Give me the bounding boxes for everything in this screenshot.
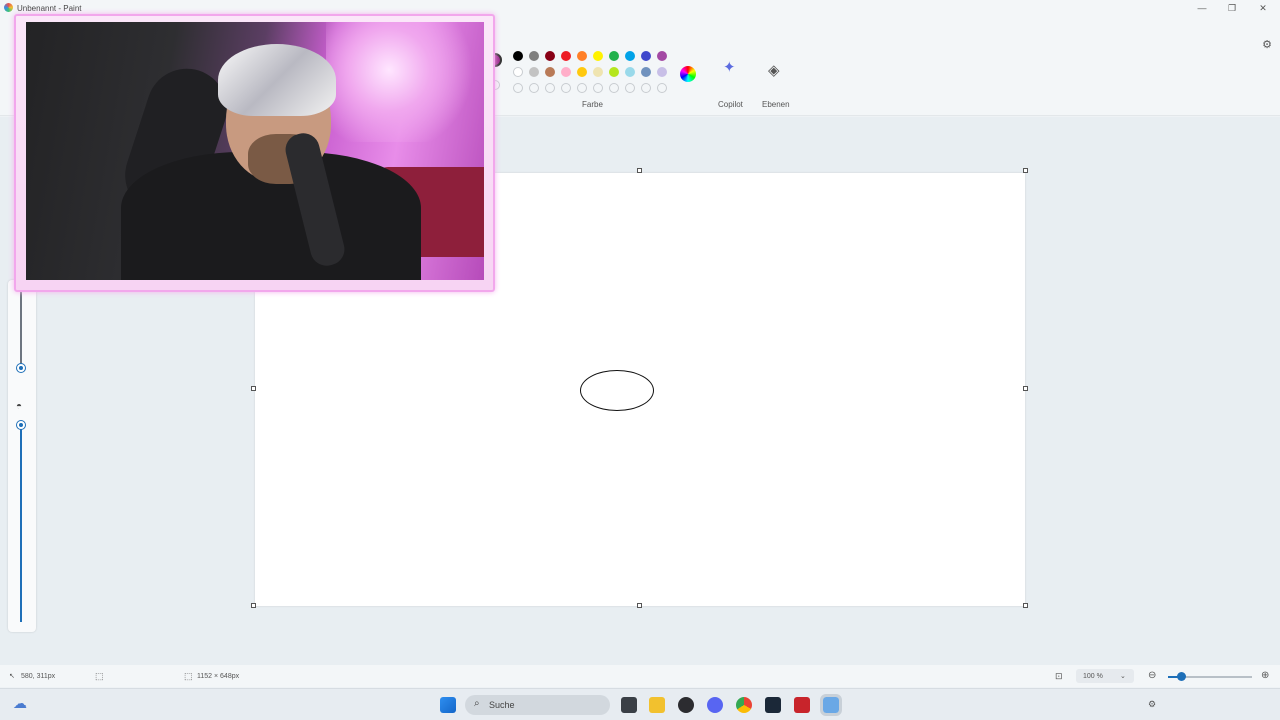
app-icon-dark[interactable]: [678, 697, 694, 713]
color-swatch[interactable]: [545, 67, 555, 77]
color-swatch[interactable]: [561, 83, 571, 93]
color-swatch[interactable]: [561, 51, 571, 61]
resize-handle-bottom-left[interactable]: [251, 603, 256, 608]
resize-handle-top[interactable]: [637, 168, 642, 173]
color-swatch[interactable]: [513, 51, 523, 61]
fit-to-window-icon[interactable]: ⊡: [1055, 671, 1063, 682]
color-swatch[interactable]: [657, 67, 667, 77]
layers-label: Ebenen: [762, 100, 790, 109]
taskbar-search[interactable]: ⌕ Suche: [465, 695, 610, 715]
resize-handle-bottom[interactable]: [637, 603, 642, 608]
status-bar: ↖ 580, 311px ⬚ ⬚ 1152 × 648px ⊡ 100 % ⌄ …: [0, 665, 1280, 687]
size-slider-thumb[interactable]: [17, 364, 25, 372]
color-swatch[interactable]: [577, 67, 587, 77]
color-swatch[interactable]: [529, 67, 539, 77]
opacity-slider-thumb[interactable]: [17, 421, 25, 429]
task-view-icon[interactable]: [621, 697, 637, 713]
resize-handle-top-right[interactable]: [1023, 168, 1028, 173]
resize-handle-bottom-right[interactable]: [1023, 603, 1028, 608]
edit-colors-icon[interactable]: [680, 66, 696, 82]
layers-icon[interactable]: ◈: [768, 61, 780, 79]
close-icon[interactable]: ✕: [1256, 2, 1270, 14]
color-swatch[interactable]: [641, 83, 651, 93]
color-swatch[interactable]: [513, 83, 523, 93]
file-explorer-icon[interactable]: [649, 697, 665, 713]
color-swatch[interactable]: [609, 67, 619, 77]
resize-handle-right[interactable]: [1023, 386, 1028, 391]
selection-icon: ⬚: [95, 671, 104, 681]
color-swatch[interactable]: [577, 83, 587, 93]
start-icon[interactable]: [440, 697, 456, 713]
color-swatch[interactable]: [561, 67, 571, 77]
restore-icon[interactable]: ❐: [1225, 2, 1239, 14]
color-swatch[interactable]: [577, 51, 587, 61]
color-swatch[interactable]: [641, 51, 651, 61]
color-swatch[interactable]: [529, 83, 539, 93]
search-icon: ⌕: [474, 698, 480, 709]
cursor-pointer-icon: ↖: [9, 673, 15, 680]
resize-handle-left[interactable]: [251, 386, 256, 391]
webcam-person-foil-hat: [218, 44, 336, 116]
canvas-size: 1152 × 648px: [197, 673, 240, 680]
paint-app-icon: [4, 3, 13, 12]
steam-icon[interactable]: [765, 697, 781, 713]
discord-icon[interactable]: [707, 697, 723, 713]
opacity-slider-track[interactable]: [20, 424, 22, 622]
color-swatch[interactable]: [545, 51, 555, 61]
cursor-position: 580, 311px: [21, 673, 56, 680]
color-swatch[interactable]: [513, 67, 523, 77]
color-swatch[interactable]: [625, 83, 635, 93]
zoom-in-icon[interactable]: ⊕: [1261, 670, 1269, 681]
taskbar: ☁ ⌕ Suche ⚙: [0, 688, 1280, 720]
zoom-out-icon[interactable]: ⊖: [1148, 670, 1156, 681]
drawn-ellipse: [580, 370, 654, 411]
color-swatch[interactable]: [545, 83, 555, 93]
webcam-video: [26, 22, 484, 280]
color-swatch[interactable]: [593, 83, 603, 93]
minimize-icon[interactable]: —: [1195, 2, 1209, 14]
search-placeholder: Suche: [489, 700, 515, 710]
color-swatch[interactable]: [609, 83, 619, 93]
color-swatch[interactable]: [657, 83, 667, 93]
canvas-size-icon: ⬚: [184, 671, 193, 681]
zoom-slider-thumb[interactable]: [1177, 672, 1186, 681]
webcam-background-lights: [326, 22, 484, 142]
chrome-icon[interactable]: [736, 697, 752, 713]
color-swatch[interactable]: [529, 51, 539, 61]
color-swatch[interactable]: [609, 51, 619, 61]
colors-group-label: Farbe: [582, 100, 603, 109]
color-swatch[interactable]: [625, 67, 635, 77]
color-swatch[interactable]: [657, 51, 667, 61]
size-slider-track[interactable]: [20, 292, 22, 368]
paint-taskbar-icon[interactable]: [820, 694, 842, 716]
zoom-level: 100 %: [1083, 673, 1103, 680]
color-swatch[interactable]: [625, 51, 635, 61]
weather-widget-icon[interactable]: ☁: [13, 695, 29, 711]
color-swatch[interactable]: [593, 51, 603, 61]
brush-settings-panel: [8, 280, 36, 632]
color-swatch[interactable]: [641, 67, 651, 77]
opacity-icon: ◓: [16, 401, 23, 412]
system-tray-icon[interactable]: ⚙: [1148, 699, 1156, 710]
copilot-icon[interactable]: ✦: [723, 58, 736, 76]
chevron-down-icon: ⌄: [1120, 673, 1126, 680]
gear-icon[interactable]: ⚙: [1262, 38, 1272, 51]
color-swatch[interactable]: [593, 67, 603, 77]
copilot-label: Copilot: [718, 100, 743, 109]
app-icon-red[interactable]: [794, 697, 810, 713]
webcam-overlay: [14, 14, 495, 292]
window-title: Unbenannt - Paint: [17, 4, 82, 13]
